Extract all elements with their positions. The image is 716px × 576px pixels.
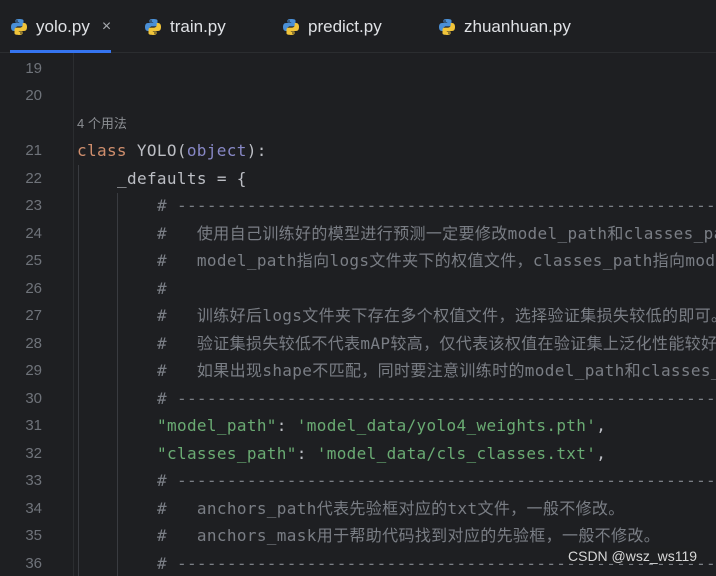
line-number: 25 [25, 252, 42, 269]
code-line-25: # model_path指向logs文件夹下的权值文件，classes_path… [157, 251, 716, 270]
python-file-icon [145, 18, 161, 35]
keyword-class: class [77, 141, 127, 160]
close-tab-icon[interactable]: × [102, 18, 111, 36]
line-number: 30 [25, 390, 42, 407]
line-number-gutter: 19 20 21 22 23 24 25 26 27 28 29 30 31 3… [0, 53, 74, 576]
dict-key: "model_path" [157, 416, 277, 435]
tab-label: predict.py [308, 16, 382, 36]
editor-tab-bar: yolo.py × train.py predict.py zhuanhuan.… [0, 0, 716, 53]
punctuation: , [596, 416, 607, 435]
line-number: 32 [25, 445, 42, 462]
code-line-30: # --------------------------------------… [157, 389, 716, 408]
line-number: 24 [25, 225, 42, 242]
punctuation: : [296, 444, 317, 463]
code-line-33: # --------------------------------------… [157, 471, 716, 490]
string-value: 'model_data/cls_classes.txt' [316, 444, 597, 463]
code-line-35: # anchors_mask用于帮助代码找到对应的先验框，一般不修改。 [157, 526, 661, 545]
code-line-21: class YOLO(object): [77, 141, 267, 161]
code-line-22: _defaults = { [117, 169, 247, 188]
code-line-27: # 训练好后logs文件夹下存在多个权值文件，选择验证集损失较低的即可。 [157, 306, 716, 325]
code-line-23: # --------------------------------------… [157, 196, 716, 215]
dict-key: "classes_path" [157, 444, 297, 463]
punctuation: : [276, 416, 297, 435]
line-number: 20 [25, 87, 42, 104]
line-number: 22 [25, 170, 42, 187]
code-line-34: # anchors_path代表先验框对应的txt文件，一般不修改。 [157, 499, 625, 518]
line-number: 19 [25, 60, 42, 77]
line-number: 28 [25, 335, 42, 352]
line-number: 35 [25, 527, 42, 544]
indent-guide [78, 165, 79, 576]
tab-zhuanhuan-py[interactable]: zhuanhuan.py [438, 0, 571, 53]
line-number: 29 [25, 362, 42, 379]
line-number: 23 [25, 197, 42, 214]
punctuation: ): [246, 141, 267, 160]
string-value: 'model_data/yolo4_weights.pth' [296, 416, 597, 435]
line-number: 34 [25, 500, 42, 517]
line-number: 36 [25, 555, 42, 572]
code-line-26: # [157, 279, 167, 298]
tab-label: zhuanhuan.py [464, 16, 571, 36]
line-number: 33 [25, 472, 42, 489]
usage-hint[interactable]: 4 个用法 [77, 115, 127, 133]
line-number: 31 [25, 417, 42, 434]
code-line-24: # 使用自己训练好的模型进行预测一定要修改model_path和classes_… [157, 224, 716, 243]
indent-guide [117, 193, 118, 576]
line-number: 27 [25, 307, 42, 324]
punctuation: , [596, 444, 607, 463]
python-file-icon [283, 18, 299, 35]
tab-predict-py[interactable]: predict.py [282, 0, 382, 53]
line-number: 21 [25, 142, 42, 159]
builtin-object: object [186, 141, 247, 160]
tab-label: train.py [170, 16, 226, 36]
line-number: 26 [25, 280, 42, 297]
class-name: YOLO( [126, 141, 187, 160]
tab-label: yolo.py [36, 16, 90, 36]
python-file-icon [439, 18, 455, 35]
code-line-31: "model_path": 'model_data/yolo4_weights.… [157, 416, 606, 436]
python-file-icon [11, 18, 27, 35]
code-line-32: "classes_path": 'model_data/cls_classes.… [157, 444, 606, 464]
code-editor[interactable]: 19 20 21 22 23 24 25 26 27 28 29 30 31 3… [0, 53, 716, 576]
code-line-29: # 如果出现shape不匹配，同时要注意训练时的model_path和class… [157, 361, 716, 380]
tab-train-py[interactable]: train.py [144, 0, 226, 53]
tab-yolo-py[interactable]: yolo.py × [10, 0, 112, 53]
watermark: CSDN @wsz_ws119 [566, 548, 700, 564]
code-line-28: # 验证集损失较低不代表mAP较高，仅代表该权值在验证集上泛化性能较好。 [157, 334, 716, 353]
